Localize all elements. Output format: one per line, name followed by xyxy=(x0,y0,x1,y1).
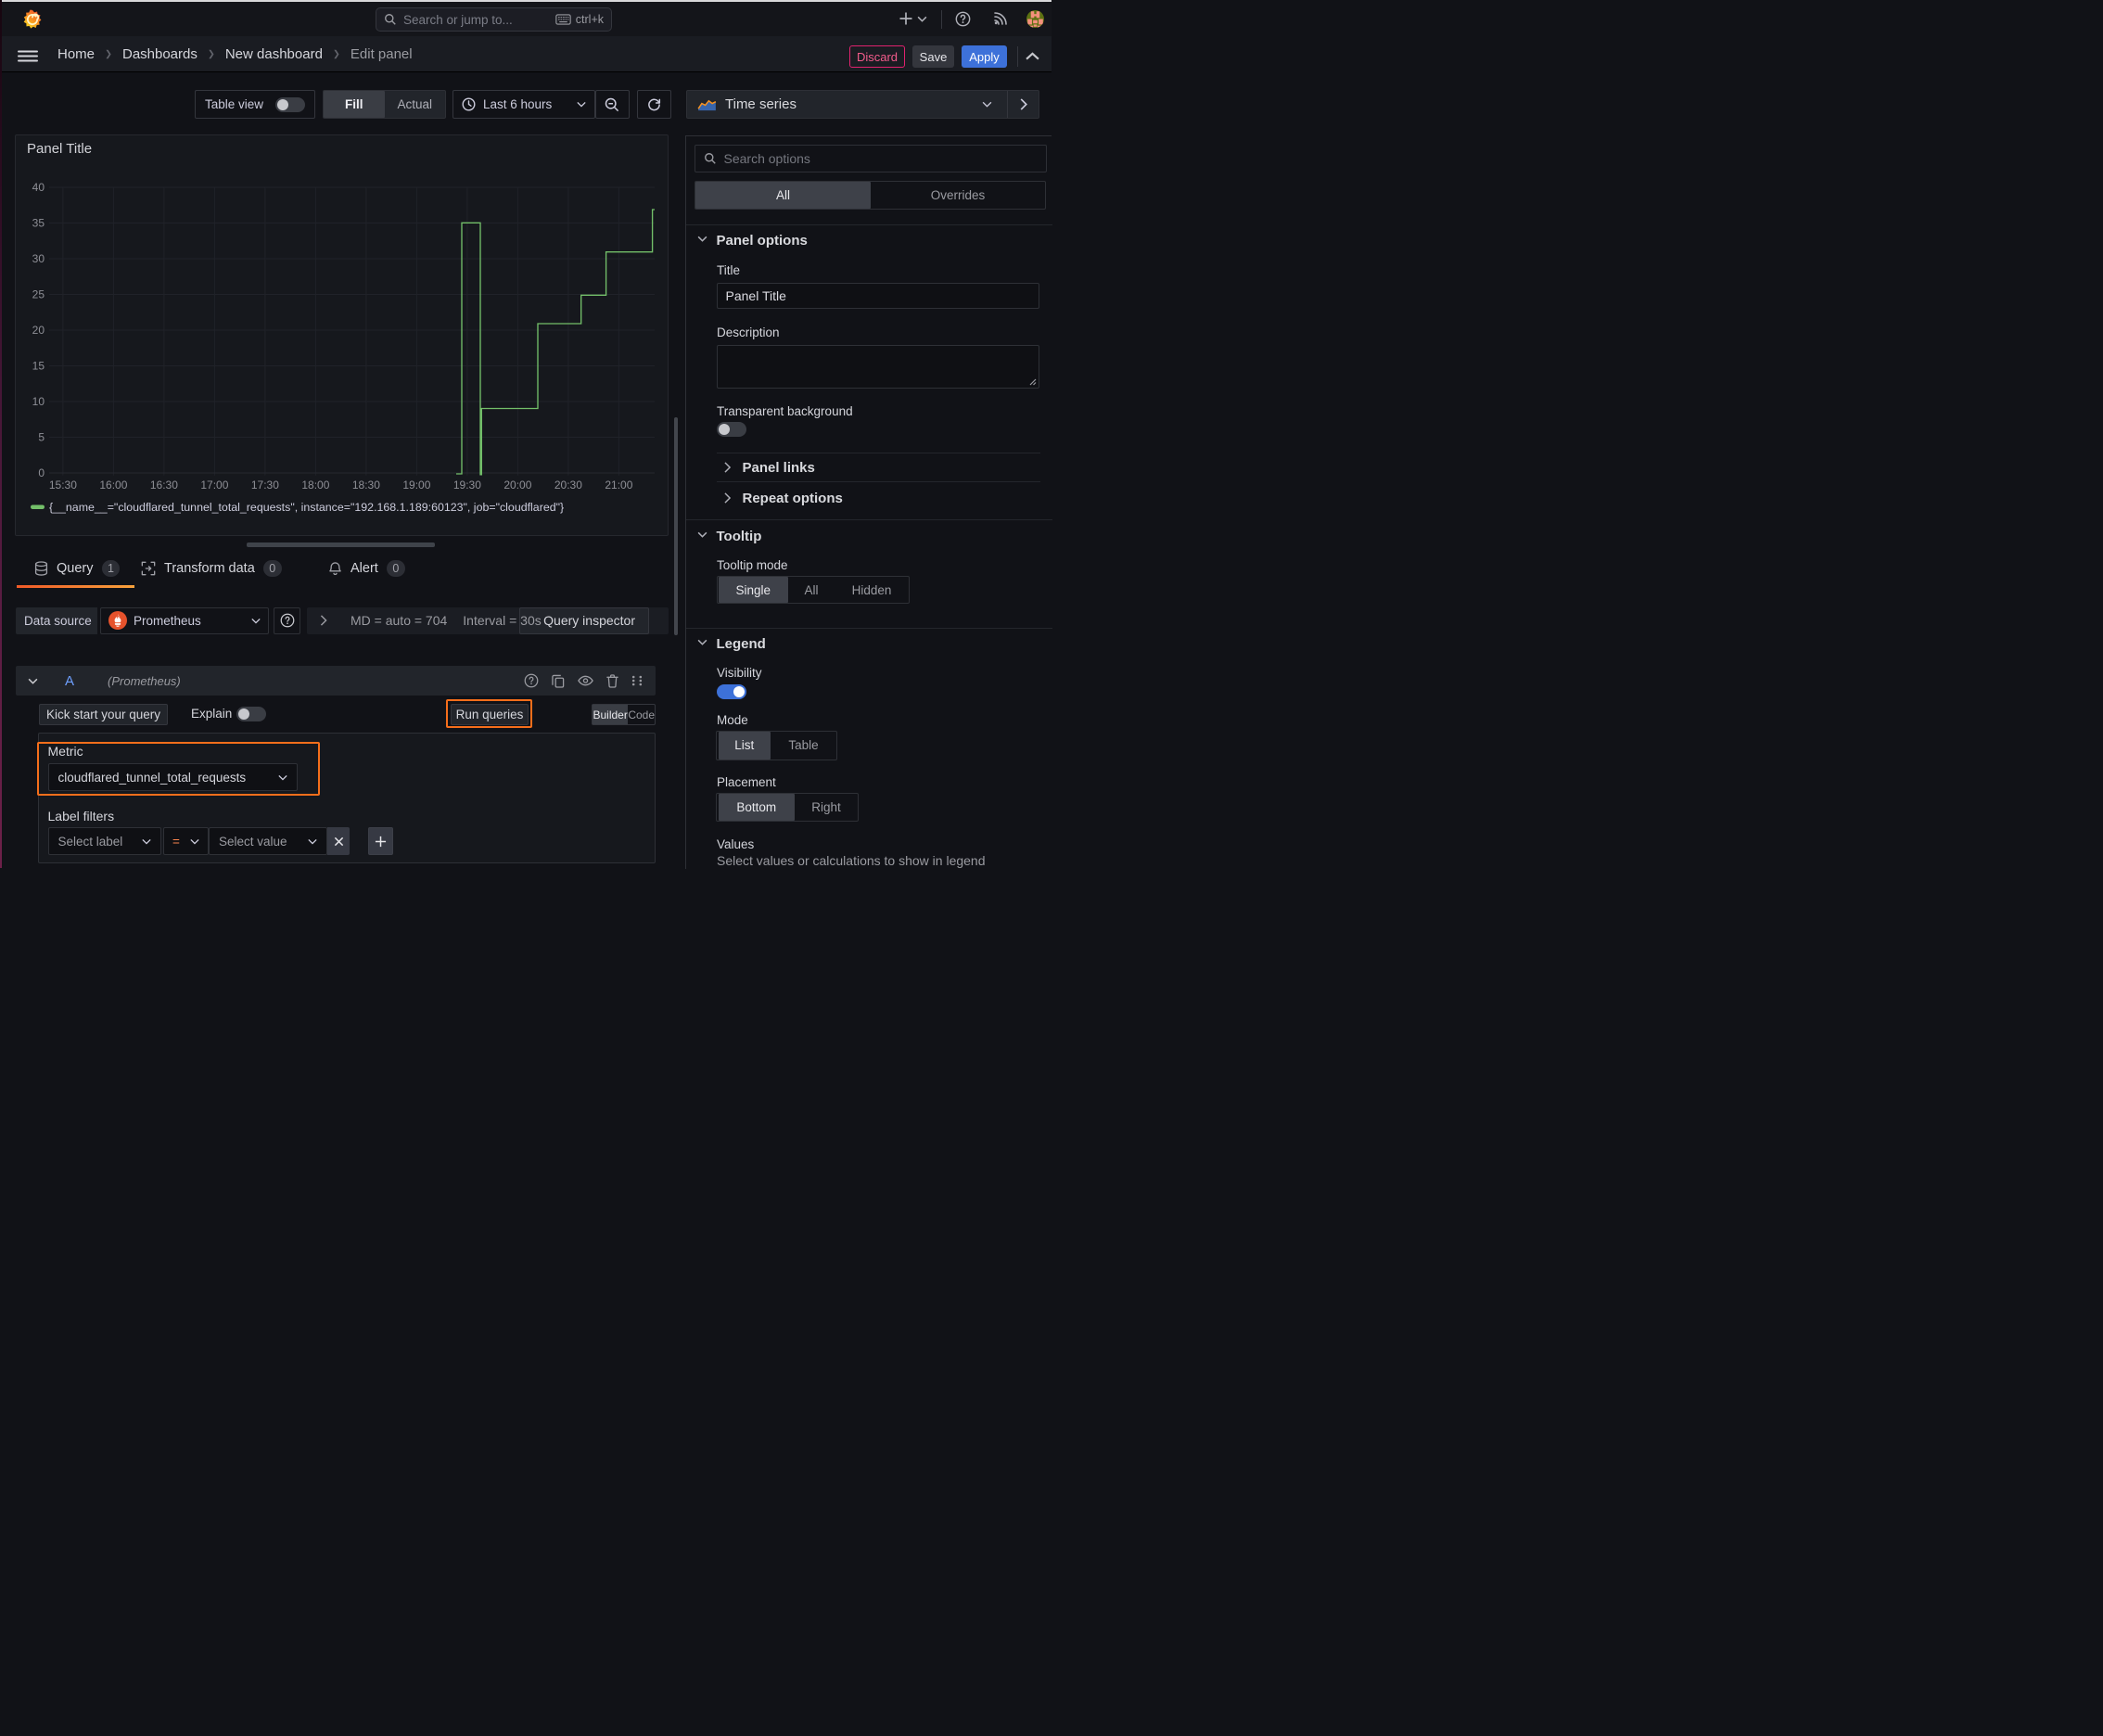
svg-text:20:30: 20:30 xyxy=(554,479,582,491)
svg-text:15:30: 15:30 xyxy=(49,479,77,491)
svg-text:40: 40 xyxy=(32,181,45,194)
svg-text:21:00: 21:00 xyxy=(605,479,632,491)
svg-text:0: 0 xyxy=(38,466,45,479)
svg-text:{__name__="cloudflared_tunnel_: {__name__="cloudflared_tunnel_total_requ… xyxy=(49,501,564,514)
svg-text:15: 15 xyxy=(32,360,45,373)
svg-text:30: 30 xyxy=(32,252,45,265)
svg-text:17:30: 17:30 xyxy=(251,479,279,491)
svg-text:17:00: 17:00 xyxy=(200,479,228,491)
svg-text:10: 10 xyxy=(32,395,45,408)
svg-text:19:00: 19:00 xyxy=(402,479,430,491)
svg-text:16:30: 16:30 xyxy=(150,479,178,491)
svg-text:19:30: 19:30 xyxy=(453,479,481,491)
svg-text:5: 5 xyxy=(38,431,45,444)
svg-text:18:00: 18:00 xyxy=(301,479,329,491)
svg-text:20:00: 20:00 xyxy=(503,479,531,491)
svg-text:35: 35 xyxy=(32,217,45,230)
svg-text:18:30: 18:30 xyxy=(352,479,380,491)
svg-text:25: 25 xyxy=(32,288,45,301)
svg-text:16:00: 16:00 xyxy=(99,479,127,491)
svg-text:20: 20 xyxy=(32,324,45,337)
